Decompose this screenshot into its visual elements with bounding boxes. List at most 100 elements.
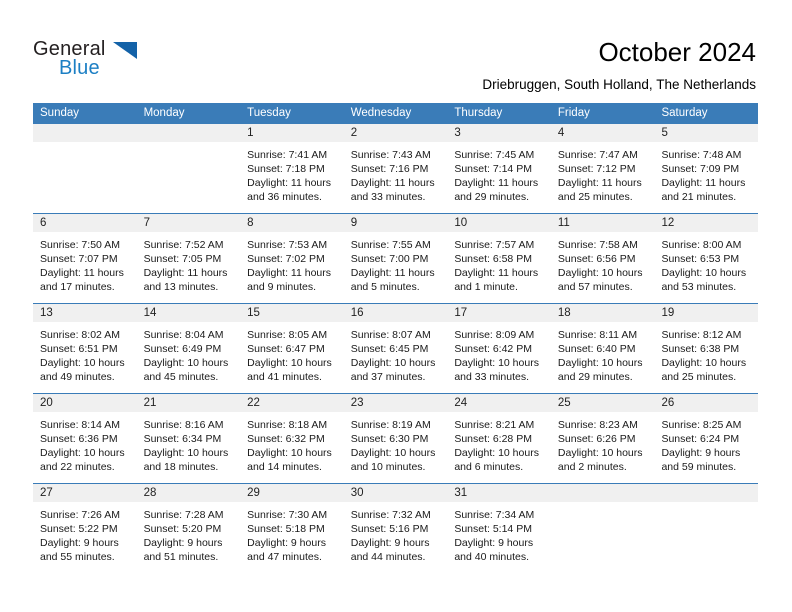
calendar-day-cell[interactable]: 11 Sunrise: 7:58 AM Sunset: 6:56 PM Dayligh… bbox=[550, 214, 655, 303]
sunset-time: Sunset: 6:32 PM bbox=[247, 433, 325, 446]
calendar-day-cell[interactable]: 21 Sunrise: 8:16 AM Sunset: 6:34 PM Dayligh… bbox=[136, 394, 241, 483]
page-title: October 2024 bbox=[598, 37, 756, 67]
sunrise-time: Sunrise: 8:25 AM bbox=[661, 419, 742, 431]
calendar-day-cell[interactable]: 3 Sunrise: 7:45 AM Sunset: 7:14 PM Daylight… bbox=[447, 124, 551, 213]
day-details: Sunrise: 7:41 AM Sunset: 7:18 PM Daylight:… bbox=[240, 142, 344, 204]
calendar-day-cell[interactable]: 30 Sunrise: 7:32 AM Sunset: 5:16 PM Dayligh… bbox=[343, 484, 448, 573]
sunrise-time: Sunrise: 7:48 AM bbox=[661, 149, 742, 161]
calendar-day-cell[interactable]: 23 Sunrise: 8:19 AM Sunset: 6:30 PM Dayligh… bbox=[343, 394, 448, 483]
calendar-day-cell[interactable]: 24 Sunrise: 8:21 AM Sunset: 6:28 PM Dayligh… bbox=[447, 394, 551, 483]
sunrise-time: Sunrise: 7:26 AM bbox=[40, 509, 120, 521]
calendar-day-cell[interactable]: 16 Sunrise: 8:07 AM Sunset: 6:45 PM Dayligh… bbox=[343, 304, 448, 393]
daylight-duration-line2: and 25 minutes. bbox=[661, 371, 737, 384]
day-number: 31 bbox=[447, 484, 551, 502]
sunset-time: Sunset: 6:51 PM bbox=[40, 343, 118, 356]
calendar-day-cell-empty bbox=[33, 124, 137, 213]
sunrise-time: Sunrise: 7:45 AM bbox=[454, 149, 535, 161]
daylight-duration-line1: Daylight: 11 hours bbox=[557, 177, 642, 190]
calendar-day-cell[interactable]: 19 Sunrise: 8:12 AM Sunset: 6:38 PM Dayligh… bbox=[654, 304, 759, 393]
day-number: 27 bbox=[33, 484, 137, 502]
daylight-duration-line2: and 13 minutes. bbox=[143, 281, 219, 294]
calendar-day-cell[interactable]: 13 Sunrise: 8:02 AM Sunset: 6:51 PM Dayligh… bbox=[33, 304, 137, 393]
daylight-duration-line2: and 57 minutes. bbox=[557, 281, 633, 294]
sunset-time: Sunset: 6:38 PM bbox=[661, 343, 740, 356]
daylight-duration-line2: and 17 minutes. bbox=[40, 281, 115, 294]
daylight-duration-line1: Daylight: 9 hours bbox=[247, 537, 326, 550]
day-number: 12 bbox=[654, 214, 759, 232]
day-number: 10 bbox=[447, 214, 551, 232]
daylight-duration-line1: Daylight: 10 hours bbox=[557, 267, 643, 280]
calendar-day-cell[interactable]: 29 Sunrise: 7:30 AM Sunset: 5:18 PM Dayligh… bbox=[240, 484, 344, 573]
sunset-time: Sunset: 7:07 PM bbox=[40, 253, 118, 266]
daylight-duration-line2: and 2 minutes. bbox=[557, 461, 627, 474]
daylight-duration-line2: and 41 minutes. bbox=[247, 371, 322, 384]
sunset-time: Sunset: 7:00 PM bbox=[350, 253, 429, 266]
daylight-duration-line2: and 1 minute. bbox=[454, 281, 518, 294]
calendar-day-cell[interactable]: 17 Sunrise: 8:09 AM Sunset: 6:42 PM Dayligh… bbox=[447, 304, 551, 393]
day-number: 8 bbox=[240, 214, 344, 232]
day-details: Sunrise: 8:11 AM Sunset: 6:40 PM Daylight:… bbox=[551, 322, 655, 384]
calendar-day-cell[interactable]: 8 Sunrise: 7:53 AM Sunset: 7:02 PM Daylight… bbox=[240, 214, 344, 303]
sunset-time: Sunset: 6:36 PM bbox=[40, 433, 118, 446]
calendar-day-cell[interactable]: 26 Sunrise: 8:25 AM Sunset: 6:24 PM Dayligh… bbox=[654, 394, 759, 483]
calendar-day-cell[interactable]: 27 Sunrise: 7:26 AM Sunset: 5:22 PM Dayligh… bbox=[33, 484, 137, 573]
calendar-day-cell[interactable]: 12 Sunrise: 8:00 AM Sunset: 6:53 PM Dayligh… bbox=[654, 214, 759, 303]
calendar-day-cell[interactable]: 1 Sunrise: 7:41 AM Sunset: 7:18 PM Daylight… bbox=[240, 124, 344, 213]
day-details: Sunrise: 7:26 AM Sunset: 5:22 PM Daylight:… bbox=[33, 502, 137, 564]
calendar-day-cell[interactable]: 20 Sunrise: 8:14 AM Sunset: 6:36 PM Dayligh… bbox=[33, 394, 137, 483]
calendar-day-cell[interactable]: 6 Sunrise: 7:50 AM Sunset: 7:07 PM Daylight… bbox=[33, 214, 137, 303]
day-number: 17 bbox=[447, 304, 551, 322]
calendar-day-cell[interactable]: 22 Sunrise: 8:18 AM Sunset: 6:32 PM Dayligh… bbox=[240, 394, 344, 483]
day-details bbox=[654, 502, 758, 508]
day-number: 21 bbox=[136, 394, 241, 412]
calendar-day-cell[interactable]: 2 Sunrise: 7:43 AM Sunset: 7:16 PM Daylight… bbox=[343, 124, 448, 213]
sunset-time: Sunset: 7:14 PM bbox=[454, 163, 532, 176]
day-details: Sunrise: 8:09 AM Sunset: 6:42 PM Daylight:… bbox=[447, 322, 551, 384]
page-header: General Blue October 2024 Driebruggen, S… bbox=[0, 0, 792, 103]
sunset-time: Sunset: 5:22 PM bbox=[40, 523, 118, 536]
day-details bbox=[551, 502, 655, 508]
sunset-time: Sunset: 6:58 PM bbox=[454, 253, 532, 266]
daylight-duration-line1: Daylight: 10 hours bbox=[143, 357, 229, 370]
calendar-day-cell[interactable]: 18 Sunrise: 8:11 AM Sunset: 6:40 PM Dayligh… bbox=[550, 304, 655, 393]
calendar-day-cell[interactable]: 5 Sunrise: 7:48 AM Sunset: 7:09 PM Daylight… bbox=[654, 124, 759, 213]
daylight-duration-line1: Daylight: 10 hours bbox=[143, 447, 229, 460]
weekday-header-tuesday: Tuesday bbox=[247, 107, 291, 119]
sunset-time: Sunset: 7:02 PM bbox=[247, 253, 325, 266]
daylight-duration-line2: and 45 minutes. bbox=[143, 371, 219, 384]
day-number: 14 bbox=[136, 304, 241, 322]
daylight-duration-line1: Daylight: 10 hours bbox=[661, 357, 747, 370]
calendar-day-cell[interactable]: 7 Sunrise: 7:52 AM Sunset: 7:05 PM Daylight… bbox=[136, 214, 241, 303]
calendar-day-cell[interactable]: 4 Sunrise: 7:47 AM Sunset: 7:12 PM Daylight… bbox=[550, 124, 655, 213]
day-details: Sunrise: 7:43 AM Sunset: 7:16 PM Daylight:… bbox=[344, 142, 448, 204]
sunset-time: Sunset: 6:47 PM bbox=[247, 343, 325, 356]
sunrise-time: Sunrise: 7:32 AM bbox=[350, 509, 431, 521]
day-details: Sunrise: 8:07 AM Sunset: 6:45 PM Daylight:… bbox=[344, 322, 448, 384]
calendar-day-cell[interactable]: 15 Sunrise: 8:05 AM Sunset: 6:47 PM Dayligh… bbox=[240, 304, 344, 393]
calendar-day-cell[interactable]: 9 Sunrise: 7:55 AM Sunset: 7:00 PM Daylight… bbox=[343, 214, 448, 303]
calendar-day-cell[interactable]: 10 Sunrise: 7:57 AM Sunset: 6:58 PM Dayligh… bbox=[447, 214, 551, 303]
sunrise-time: Sunrise: 7:34 AM bbox=[454, 509, 535, 521]
sunrise-time: Sunrise: 8:14 AM bbox=[40, 419, 120, 431]
sunset-time: Sunset: 6:56 PM bbox=[557, 253, 636, 266]
daylight-duration-line1: Daylight: 10 hours bbox=[350, 357, 436, 370]
day-details: Sunrise: 7:55 AM Sunset: 7:00 PM Daylight:… bbox=[344, 232, 448, 294]
sunrise-time: Sunrise: 7:58 AM bbox=[557, 239, 638, 251]
general-blue-logo[interactable]: General Blue bbox=[33, 38, 153, 84]
calendar-day-cell[interactable]: 28 Sunrise: 7:28 AM Sunset: 5:20 PM Dayligh… bbox=[136, 484, 241, 573]
daylight-duration-line2: and 29 minutes. bbox=[557, 371, 633, 384]
calendar-week-row: 6 Sunrise: 7:50 AM Sunset: 7:07 PM Daylight… bbox=[33, 213, 759, 303]
daylight-duration-line2: and 22 minutes. bbox=[40, 461, 115, 474]
day-number: 6 bbox=[33, 214, 137, 232]
daylight-duration-line1: Daylight: 10 hours bbox=[661, 267, 747, 280]
day-number: 4 bbox=[550, 124, 655, 142]
calendar-day-cell[interactable]: 14 Sunrise: 8:04 AM Sunset: 6:49 PM Dayligh… bbox=[136, 304, 241, 393]
calendar-day-cell[interactable]: 31 Sunrise: 7:34 AM Sunset: 5:14 PM Dayligh… bbox=[447, 484, 551, 573]
calendar-day-cell[interactable]: 25 Sunrise: 8:23 AM Sunset: 6:26 PM Dayligh… bbox=[550, 394, 655, 483]
sunrise-time: Sunrise: 8:02 AM bbox=[40, 329, 120, 341]
weekday-header-row: Sunday Monday Tuesday Wednesday Thursday… bbox=[33, 103, 758, 124]
daylight-duration-line2: and 6 minutes. bbox=[454, 461, 524, 474]
day-details: Sunrise: 7:57 AM Sunset: 6:58 PM Daylight:… bbox=[447, 232, 551, 294]
day-details: Sunrise: 8:14 AM Sunset: 6:36 PM Daylight:… bbox=[33, 412, 137, 474]
sunset-time: Sunset: 6:26 PM bbox=[557, 433, 636, 446]
